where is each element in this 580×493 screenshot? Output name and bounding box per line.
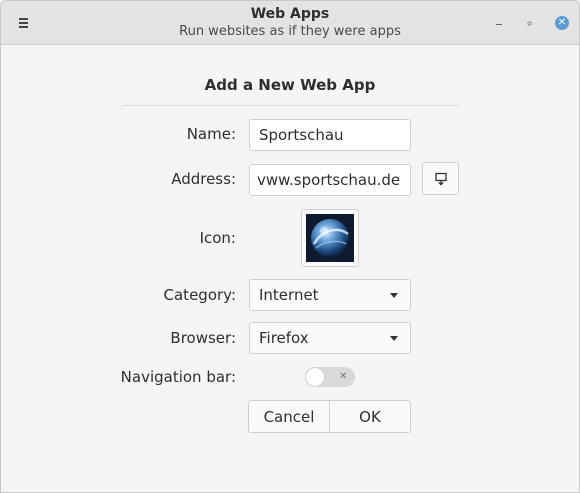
dropdown-arrow-icon <box>390 336 398 341</box>
category-select[interactable]: Internet <box>249 279 411 311</box>
divider <box>122 105 460 106</box>
cancel-button[interactable]: Cancel <box>249 401 329 432</box>
page-title: Add a New Web App <box>204 76 376 94</box>
globe-app-icon <box>306 214 354 262</box>
browser-label: Browser: <box>170 329 236 347</box>
maximize-icon[interactable] <box>519 13 539 33</box>
header-bar: Web Apps Run websites as if they were ap… <box>1 1 579 45</box>
web-apps-window: Web Apps Run websites as if they were ap… <box>0 0 580 493</box>
browser-value: Firefox <box>259 329 309 347</box>
address-input[interactable]: vww.sportschau.de <box>249 164 411 196</box>
navbar-toggle[interactable]: ✕ <box>305 367 355 387</box>
category-value: Internet <box>259 286 319 304</box>
minimize-icon[interactable] <box>489 13 509 33</box>
icon-label: Icon: <box>199 229 236 247</box>
dialog-buttons: Cancel OK <box>248 400 411 433</box>
favicon-download-icon <box>434 172 447 185</box>
name-input[interactable]: Sportschau <box>249 119 411 151</box>
category-label: Category: <box>163 286 236 304</box>
address-label: Address: <box>171 170 236 188</box>
toggle-off-icon: ✕ <box>339 371 348 382</box>
ok-button[interactable]: OK <box>329 401 410 432</box>
download-favicon-button[interactable] <box>422 162 459 195</box>
toggle-knob <box>306 368 324 386</box>
icon-chooser-button[interactable] <box>301 209 359 267</box>
navbar-label: Navigation bar: <box>120 368 236 386</box>
name-label: Name: <box>186 125 236 143</box>
browser-select[interactable]: Firefox <box>249 322 411 354</box>
close-icon[interactable]: ✕ <box>552 13 572 33</box>
dropdown-arrow-icon <box>390 293 398 298</box>
